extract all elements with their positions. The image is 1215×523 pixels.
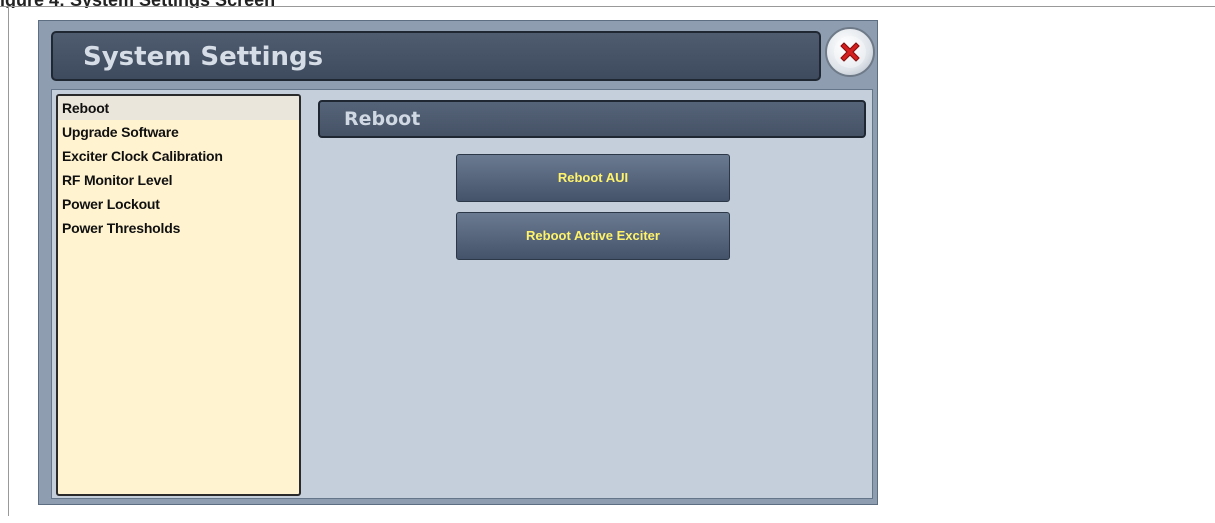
section-header: Reboot bbox=[318, 100, 866, 138]
frame-border-top bbox=[0, 6, 1215, 7]
settings-window: System Settings Reboot Upgrade Software … bbox=[38, 20, 878, 505]
menu-item-power-thresholds[interactable]: Power Thresholds bbox=[58, 216, 299, 240]
reboot-aui-button[interactable]: Reboot AUI bbox=[456, 154, 730, 202]
menu-item-upgrade-software[interactable]: Upgrade Software bbox=[58, 120, 299, 144]
menu-item-exciter-clock-calibration[interactable]: Exciter Clock Calibration bbox=[58, 144, 299, 168]
menu-item-rf-monitor-level[interactable]: RF Monitor Level bbox=[58, 168, 299, 192]
menu-item-power-lockout[interactable]: Power Lockout bbox=[58, 192, 299, 216]
title-bar: System Settings bbox=[51, 31, 821, 81]
close-x-icon bbox=[834, 36, 866, 68]
window-title: System Settings bbox=[83, 42, 324, 72]
settings-menu: Reboot Upgrade Software Exciter Clock Ca… bbox=[56, 94, 301, 496]
section-title: Reboot bbox=[344, 108, 421, 130]
reboot-active-exciter-button[interactable]: Reboot Active Exciter bbox=[456, 212, 730, 260]
menu-item-reboot[interactable]: Reboot bbox=[58, 96, 299, 120]
close-button[interactable] bbox=[825, 27, 875, 77]
frame-border-left bbox=[8, 6, 9, 516]
content-panel: Reboot Upgrade Software Exciter Clock Ca… bbox=[51, 89, 873, 499]
